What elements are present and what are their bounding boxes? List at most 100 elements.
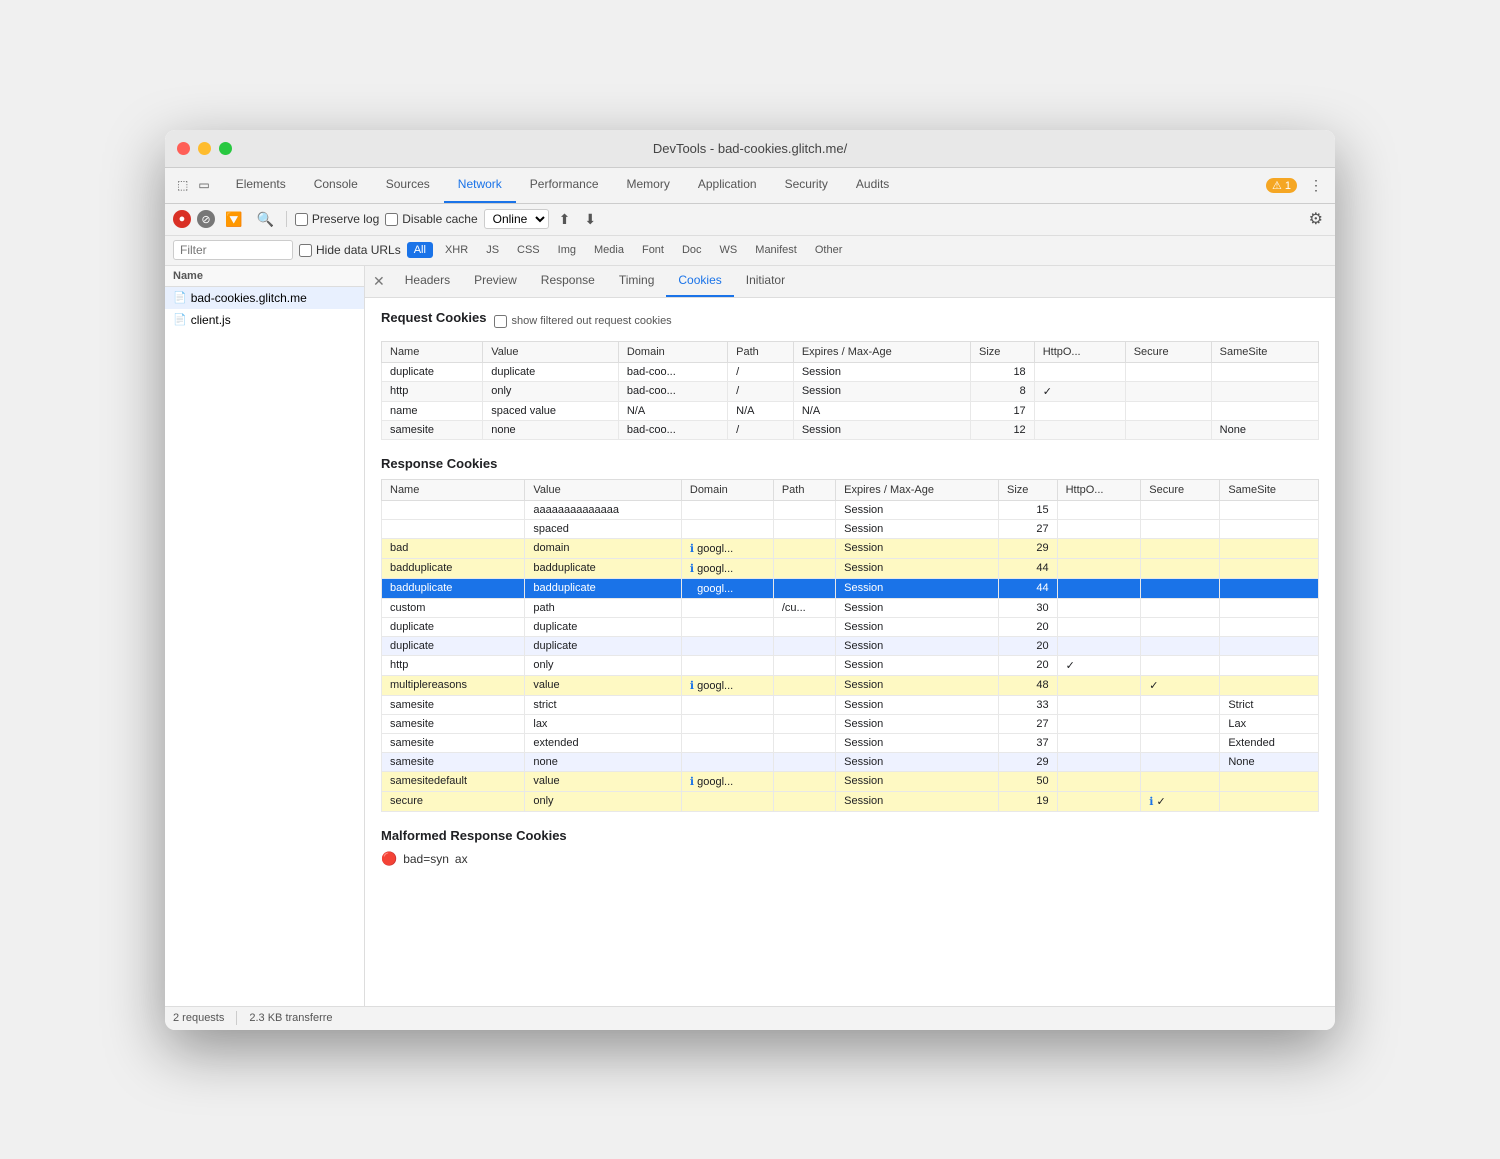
- devtools-window: DevTools - bad-cookies.glitch.me/ ⬚ ▭ El…: [165, 130, 1335, 1030]
- tab-elements[interactable]: Elements: [222, 167, 300, 203]
- table-row[interactable]: samesitenonebad-coo.../Session12None: [382, 420, 1319, 439]
- close-detail-button[interactable]: ✕: [373, 273, 385, 290]
- device-icon[interactable]: ▭: [194, 176, 213, 194]
- tab-sources[interactable]: Sources: [372, 167, 444, 203]
- col-name[interactable]: Name: [382, 341, 483, 362]
- stop-button[interactable]: ⊘: [197, 210, 215, 228]
- resp-col-value[interactable]: Value: [525, 479, 682, 500]
- table-row[interactable]: samesiteextendedSession37Extended: [382, 733, 1319, 752]
- filter-js[interactable]: JS: [480, 243, 505, 257]
- table-row[interactable]: duplicateduplicateSession20: [382, 636, 1319, 655]
- tab-performance[interactable]: Performance: [516, 167, 613, 203]
- table-row[interactable]: badduplicatebadduplicateℹ googl...Sessio…: [382, 578, 1319, 598]
- table-row[interactable]: custompath/cu...Session30: [382, 598, 1319, 617]
- resp-col-samesite[interactable]: SameSite: [1220, 479, 1319, 500]
- disable-cache-checkbox[interactable]: [385, 213, 398, 226]
- sidebar-item-client-js[interactable]: 📄 client.js: [165, 309, 364, 331]
- download-icon[interactable]: ⬇: [580, 209, 600, 230]
- show-filtered-checkbox[interactable]: [494, 315, 507, 328]
- table-row[interactable]: namespaced valueN/AN/AN/A17: [382, 401, 1319, 420]
- sidebar-item-bad-cookies[interactable]: 📄 bad-cookies.glitch.me: [165, 287, 364, 309]
- resp-col-domain[interactable]: Domain: [681, 479, 773, 500]
- subtab-timing[interactable]: Timing: [607, 266, 667, 298]
- table-row[interactable]: httponlybad-coo.../Session8✓: [382, 381, 1319, 401]
- table-row[interactable]: samesitenoneSession29None: [382, 752, 1319, 771]
- tab-security[interactable]: Security: [771, 167, 842, 203]
- table-row[interactable]: samesitelaxSession27Lax: [382, 714, 1319, 733]
- title-bar: DevTools - bad-cookies.glitch.me/: [165, 130, 1335, 168]
- col-secure[interactable]: Secure: [1125, 341, 1211, 362]
- filter-manifest[interactable]: Manifest: [749, 243, 803, 257]
- show-filtered-label[interactable]: show filtered out request cookies: [494, 315, 671, 328]
- resp-col-secure[interactable]: Secure: [1141, 479, 1220, 500]
- hide-data-urls-checkbox[interactable]: [299, 244, 312, 257]
- table-row[interactable]: badduplicatebadduplicateℹ googl...Sessio…: [382, 558, 1319, 578]
- table-row[interactable]: duplicateduplicatebad-coo.../Session18: [382, 362, 1319, 381]
- sidebar-header: Name: [165, 266, 364, 287]
- table-row[interactable]: samesitestrictSession33Strict: [382, 695, 1319, 714]
- filter-css[interactable]: CSS: [511, 243, 546, 257]
- col-value[interactable]: Value: [483, 341, 619, 362]
- col-path[interactable]: Path: [728, 341, 794, 362]
- col-http[interactable]: HttpO...: [1034, 341, 1125, 362]
- filter-input[interactable]: [173, 240, 293, 260]
- table-row[interactable]: duplicateduplicateSession20: [382, 617, 1319, 636]
- resp-col-size[interactable]: Size: [999, 479, 1058, 500]
- filter-doc[interactable]: Doc: [676, 243, 708, 257]
- tab-console[interactable]: Console: [300, 167, 372, 203]
- upload-icon[interactable]: ⬆: [555, 209, 575, 230]
- tab-network[interactable]: Network: [444, 167, 516, 203]
- more-options-icon[interactable]: ⋮: [1305, 175, 1327, 196]
- resp-col-name[interactable]: Name: [382, 479, 525, 500]
- col-domain[interactable]: Domain: [618, 341, 727, 362]
- hide-data-urls-label[interactable]: Hide data URLs: [299, 243, 401, 257]
- subtab-preview[interactable]: Preview: [462, 266, 529, 298]
- filter-other[interactable]: Other: [809, 243, 849, 257]
- table-row[interactable]: baddomainℹ googl...Session29: [382, 538, 1319, 558]
- resp-col-http[interactable]: HttpO...: [1057, 479, 1141, 500]
- subtab-initiator[interactable]: Initiator: [734, 266, 797, 298]
- resp-col-path[interactable]: Path: [773, 479, 835, 500]
- subtab-cookies[interactable]: Cookies: [666, 266, 733, 298]
- filter-xhr[interactable]: XHR: [439, 243, 474, 257]
- filter-img[interactable]: Img: [552, 243, 582, 257]
- tab-memory[interactable]: Memory: [613, 167, 684, 203]
- tab-audits[interactable]: Audits: [842, 167, 903, 203]
- table-row[interactable]: samesitedefaultvalueℹ googl...Session50: [382, 771, 1319, 791]
- table-row[interactable]: spacedSession27: [382, 519, 1319, 538]
- request-count: 2 requests: [173, 1012, 224, 1024]
- filter-font[interactable]: Font: [636, 243, 670, 257]
- resp-col-expires[interactable]: Expires / Max-Age: [836, 479, 999, 500]
- filter-all-btn[interactable]: All: [407, 242, 433, 258]
- disable-cache-label[interactable]: Disable cache: [385, 212, 477, 226]
- record-button[interactable]: ●: [173, 210, 191, 228]
- preserve-log-checkbox[interactable]: [295, 213, 308, 226]
- preserve-log-label[interactable]: Preserve log: [295, 212, 379, 226]
- warning-badge: ⚠ 1: [1266, 178, 1297, 193]
- throttle-select[interactable]: Online: [484, 209, 549, 229]
- sidebar-item-label-1: bad-cookies.glitch.me: [191, 291, 307, 305]
- minimize-button[interactable]: [198, 142, 211, 155]
- col-size[interactable]: Size: [971, 341, 1035, 362]
- subtab-headers[interactable]: Headers: [393, 266, 462, 298]
- main-content: Name 📄 bad-cookies.glitch.me 📄 client.js…: [165, 266, 1335, 1006]
- col-samesite[interactable]: SameSite: [1211, 341, 1318, 362]
- subtab-response[interactable]: Response: [529, 266, 607, 298]
- table-row[interactable]: httponlySession20✓: [382, 655, 1319, 675]
- table-row[interactable]: secureonlySession19ℹ ✓: [382, 791, 1319, 811]
- maximize-button[interactable]: [219, 142, 232, 155]
- filter-icon[interactable]: 🔽: [221, 209, 246, 230]
- tab-bar-right: ⚠ 1 ⋮: [1266, 175, 1327, 196]
- tab-application[interactable]: Application: [684, 167, 771, 203]
- malformed-title: Malformed Response Cookies: [381, 828, 1319, 843]
- table-row[interactable]: aaaaaaaaaaaaaaSession15: [382, 500, 1319, 519]
- table-row[interactable]: multiplereasonsvalueℹ googl...Session48✓: [382, 675, 1319, 695]
- col-expires[interactable]: Expires / Max-Age: [793, 341, 970, 362]
- settings-icon[interactable]: ⚙: [1305, 207, 1327, 231]
- filter-ws[interactable]: WS: [714, 243, 744, 257]
- close-button[interactable]: [177, 142, 190, 155]
- filter-media[interactable]: Media: [588, 243, 630, 257]
- cursor-icon[interactable]: ⬚: [173, 176, 192, 194]
- search-icon[interactable]: 🔍: [252, 209, 277, 230]
- file-icon-2: 📄: [173, 313, 187, 326]
